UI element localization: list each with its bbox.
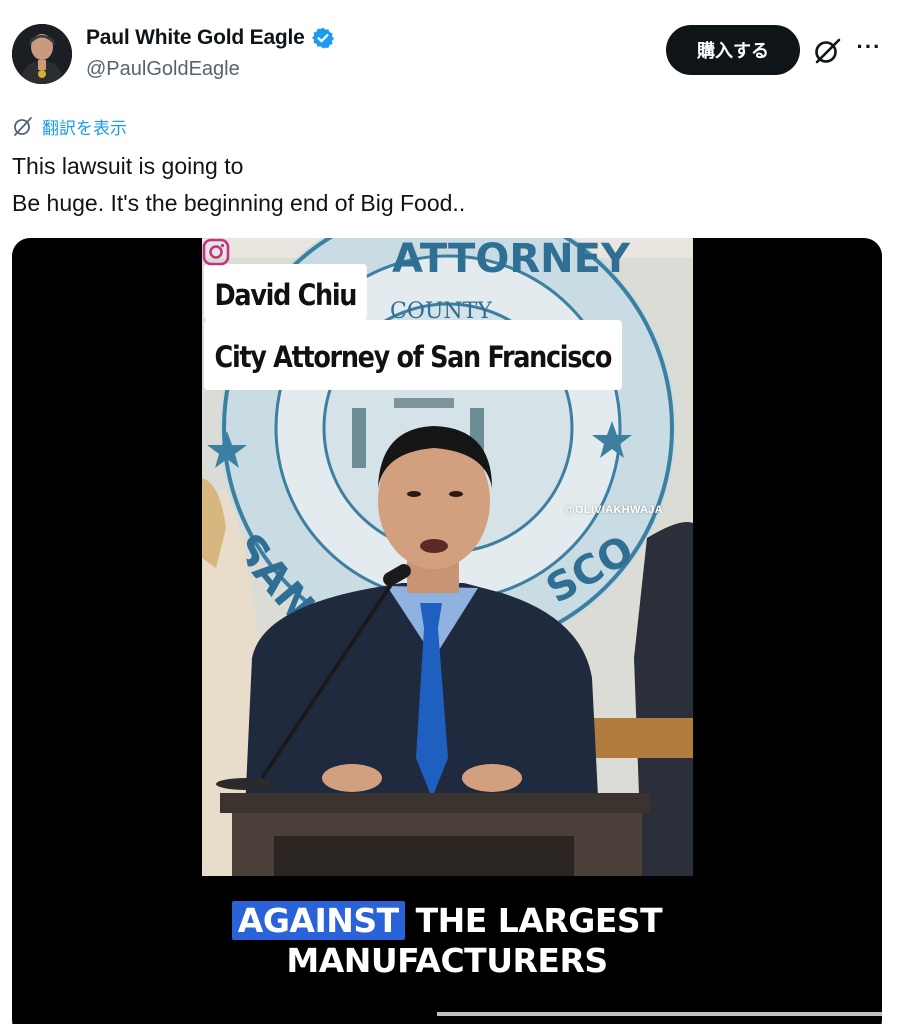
instagram-icon: [202, 238, 230, 266]
watermark-handle: @OLIVIAKHWAJA: [564, 504, 663, 516]
lower-third-title: City Attorney of San Francisco: [204, 320, 622, 390]
tweet: Paul White Gold Eagle @PaulGoldEagle 購入す…: [0, 0, 912, 1024]
translate-label[interactable]: 翻訳を表示: [42, 114, 127, 139]
tweet-text-line: This lawsuit is going to: [12, 153, 244, 179]
video-frame[interactable]: ATTORNEY COUNTY SAN SCO David Chiu City …: [202, 238, 693, 876]
grok-icon[interactable]: [812, 36, 842, 66]
tweet-text-line: Be huge. It's the beginning end of Big F…: [12, 190, 466, 216]
lower-third-name: David Chiu: [204, 264, 367, 320]
translate-link[interactable]: 翻訳を表示: [12, 114, 127, 138]
caption-line-2: MANUFACTURERS: [286, 941, 608, 980]
caption-highlight: AGAINST: [231, 901, 405, 940]
verified-badge-icon: [311, 27, 334, 49]
buy-button[interactable]: 購入する: [666, 25, 800, 75]
more-icon[interactable]: ···: [852, 30, 886, 64]
author-display-name[interactable]: Paul White Gold Eagle: [86, 26, 335, 50]
tweet-text: This lawsuit is going to Be huge. It's t…: [12, 148, 892, 222]
translate-icon: [14, 117, 32, 136]
video-progress-bar[interactable]: [437, 1012, 882, 1016]
display-name-text[interactable]: Paul White Gold Eagle: [86, 26, 305, 50]
caption-line-1-rest: THE LARGEST: [415, 901, 663, 940]
video-player[interactable]: ATTORNEY COUNTY SAN SCO David Chiu City …: [12, 238, 882, 1024]
avatar[interactable]: [12, 24, 72, 84]
author-handle[interactable]: @PaulGoldEagle: [86, 58, 240, 81]
seal-top-text: ATTORNEY: [392, 238, 631, 282]
video-caption: AGAINST THE LARGEST MANUFACTURERS: [12, 901, 882, 981]
caption-line-1: AGAINST THE LARGEST: [12, 901, 882, 941]
